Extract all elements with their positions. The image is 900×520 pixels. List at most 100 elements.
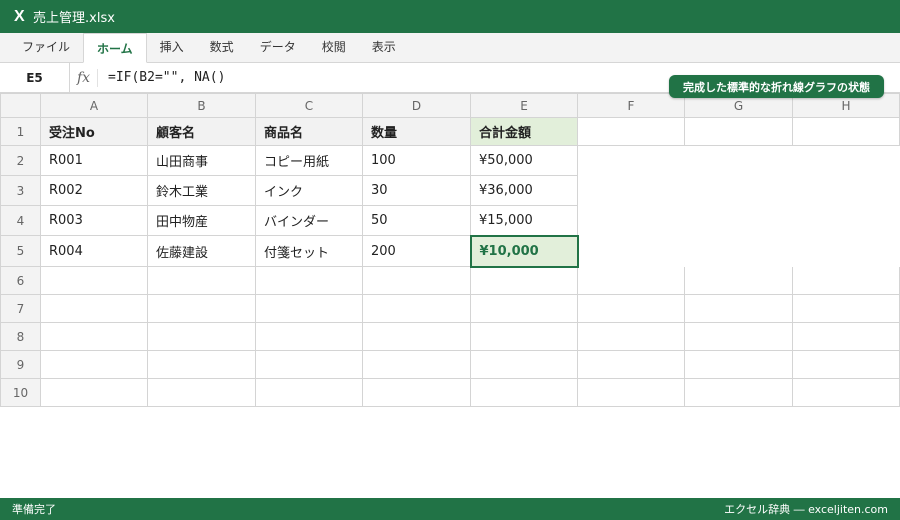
cell-f3[interactable] (578, 176, 685, 206)
tab-view[interactable]: 表示 (359, 32, 409, 62)
cell-a5[interactable]: R004 (40, 235, 148, 267)
cell-h3[interactable] (793, 176, 900, 206)
cell-a4[interactable]: R003 (40, 205, 148, 236)
empty-cell[interactable] (147, 378, 256, 407)
cell-f1[interactable] (577, 117, 685, 146)
cell-a2[interactable]: R001 (40, 145, 148, 176)
column-header-a[interactable]: A (40, 93, 148, 118)
empty-cell[interactable] (362, 266, 471, 295)
empty-cell[interactable] (255, 294, 363, 323)
cell-f4[interactable] (578, 206, 685, 236)
empty-cell[interactable] (684, 378, 793, 407)
empty-cell[interactable] (792, 266, 900, 295)
row-header[interactable]: 2 (0, 145, 41, 176)
row-header[interactable]: 3 (0, 175, 41, 206)
row-header[interactable]: 4 (0, 205, 41, 236)
row-header[interactable]: 10 (0, 378, 41, 407)
cell-g4[interactable] (685, 206, 793, 236)
row-header[interactable]: 1 (0, 117, 41, 146)
cell-h1[interactable] (792, 117, 900, 146)
empty-cell[interactable] (470, 350, 578, 379)
cell-h2[interactable] (793, 146, 900, 176)
empty-cell[interactable] (255, 350, 363, 379)
tab-data[interactable]: データ (247, 32, 309, 62)
empty-cell[interactable] (40, 350, 148, 379)
cell-g1[interactable] (684, 117, 793, 146)
empty-cell[interactable] (147, 266, 256, 295)
cell-d2[interactable]: 100 (362, 145, 471, 176)
empty-cell[interactable] (470, 378, 578, 407)
row-header[interactable]: 9 (0, 350, 41, 379)
row-header[interactable]: 6 (0, 266, 41, 295)
cell-g3[interactable] (685, 176, 793, 206)
tab-review[interactable]: 校閲 (309, 32, 359, 62)
cell-c2[interactable]: コピー用紙 (255, 145, 363, 176)
cell-a3[interactable]: R002 (40, 175, 148, 206)
empty-cell[interactable] (147, 350, 256, 379)
cell-e2[interactable]: ¥50,000 (470, 145, 578, 176)
cell-h5[interactable] (793, 236, 900, 267)
cell-c4[interactable]: バインダー (255, 205, 363, 236)
column-header-b[interactable]: B (147, 93, 256, 118)
empty-cell[interactable] (577, 378, 685, 407)
empty-cell[interactable] (792, 378, 900, 407)
empty-cell[interactable] (40, 294, 148, 323)
empty-cell[interactable] (684, 294, 793, 323)
empty-cell[interactable] (147, 322, 256, 351)
cell-c5[interactable]: 付箋セット (255, 235, 363, 267)
row-header[interactable]: 7 (0, 294, 41, 323)
empty-cell[interactable] (255, 322, 363, 351)
cell-b4[interactable]: 田中物産 (147, 205, 256, 236)
empty-cell[interactable] (362, 322, 471, 351)
tab-home[interactable]: ホーム (83, 33, 147, 63)
empty-cell[interactable] (684, 350, 793, 379)
row-header[interactable]: 5 (0, 235, 41, 267)
cell-e3[interactable]: ¥36,000 (470, 175, 578, 206)
empty-cell[interactable] (684, 322, 793, 351)
row-header[interactable]: 8 (0, 322, 41, 351)
cell-b3[interactable]: 鈴木工業 (147, 175, 256, 206)
empty-cell[interactable] (40, 378, 148, 407)
empty-cell[interactable] (147, 294, 256, 323)
column-header-f[interactable]: F (577, 93, 685, 118)
tab-insert[interactable]: 挿入 (147, 32, 197, 62)
select-all-corner[interactable] (0, 93, 41, 118)
empty-cell[interactable] (577, 322, 685, 351)
empty-cell[interactable] (255, 266, 363, 295)
empty-cell[interactable] (792, 350, 900, 379)
empty-cell[interactable] (362, 294, 471, 323)
empty-cell[interactable] (40, 266, 148, 295)
column-header-e[interactable]: E (470, 93, 578, 118)
empty-cell[interactable] (255, 378, 363, 407)
empty-cell[interactable] (577, 294, 685, 323)
column-header-d[interactable]: D (362, 93, 471, 118)
empty-cell[interactable] (792, 294, 900, 323)
empty-cell[interactable] (684, 266, 793, 295)
empty-cell[interactable] (470, 294, 578, 323)
empty-cell[interactable] (362, 378, 471, 407)
cell-f2[interactable] (578, 146, 685, 176)
cell-d3[interactable]: 30 (362, 175, 471, 206)
cell-c1[interactable]: 商品名 (255, 117, 363, 146)
formula-input[interactable]: =IF(B2="", NA() (98, 70, 225, 85)
empty-cell[interactable] (362, 350, 471, 379)
fx-icon[interactable]: fx (70, 68, 98, 87)
empty-cell[interactable] (577, 266, 685, 295)
empty-cell[interactable] (577, 350, 685, 379)
tab-formulas[interactable]: 数式 (197, 32, 247, 62)
empty-cell[interactable] (470, 266, 578, 295)
cell-e4[interactable]: ¥15,000 (470, 205, 578, 236)
empty-cell[interactable] (470, 322, 578, 351)
cell-c3[interactable]: インク (255, 175, 363, 206)
cell-a1[interactable]: 受注No (40, 117, 148, 146)
cell-b1[interactable]: 顧客名 (147, 117, 256, 146)
cell-h4[interactable] (793, 206, 900, 236)
cell-d4[interactable]: 50 (362, 205, 471, 236)
cell-b2[interactable]: 山田商事 (147, 145, 256, 176)
cell-e1[interactable]: 合計金額 (470, 117, 578, 146)
cell-d5[interactable]: 200 (362, 235, 471, 267)
selected-cell-e5[interactable]: ¥10,000 (469, 234, 579, 268)
name-box[interactable]: E5 (0, 63, 70, 92)
empty-cell[interactable] (40, 322, 148, 351)
column-header-c[interactable]: C (255, 93, 363, 118)
